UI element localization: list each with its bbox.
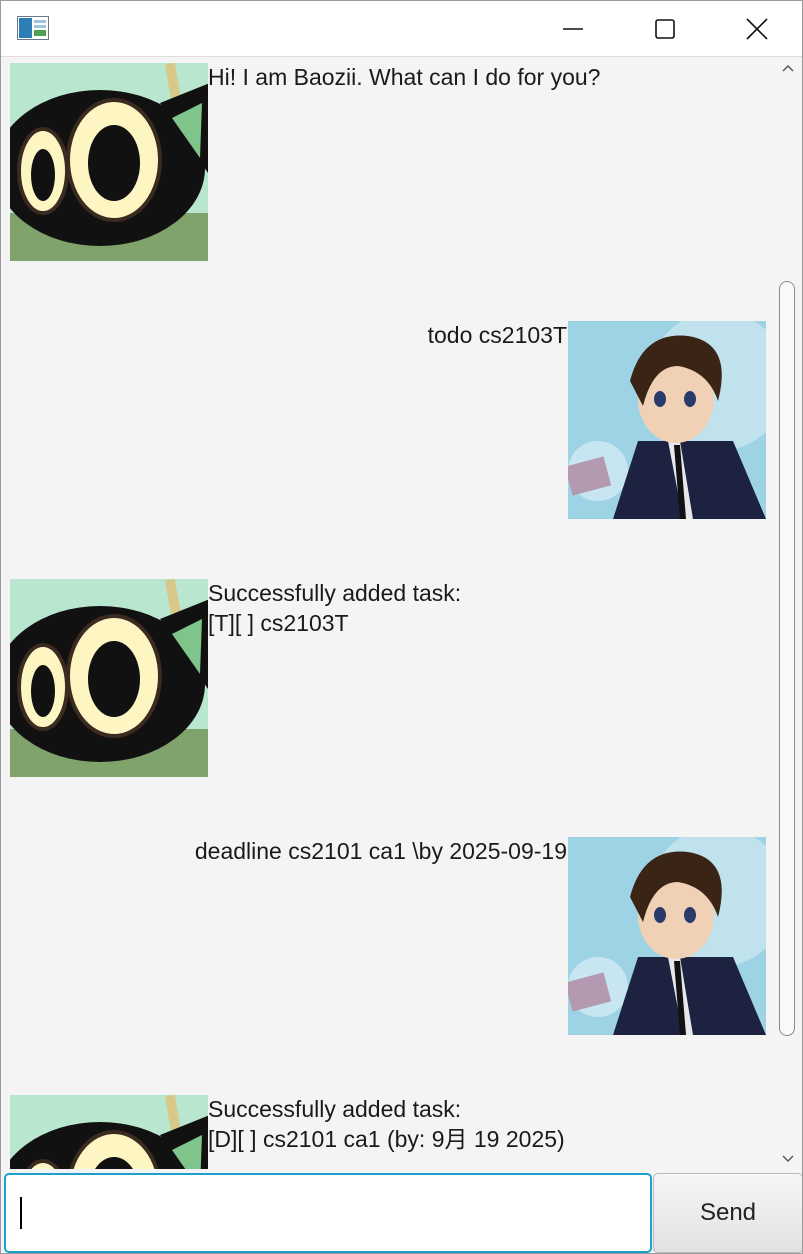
close-button[interactable]	[711, 1, 802, 57]
black-cat-avatar	[10, 63, 208, 261]
message-text: todo cs2103T	[428, 320, 567, 350]
app-window-icon	[17, 16, 49, 40]
message-line: [T][ ] cs2103T	[208, 610, 349, 636]
close-icon	[746, 18, 768, 40]
minimize-icon	[563, 28, 583, 30]
black-cat-avatar	[10, 1095, 208, 1169]
dialog-box-user: todo cs2103T	[5, 317, 775, 519]
vertical-scrollbar[interactable]	[777, 59, 799, 1169]
message-line: todo cs2103T	[427, 322, 567, 348]
dialog-box-bot: Successfully added task: [T][ ] cs2103T	[5, 575, 775, 777]
message-line: Successfully added task:	[208, 580, 462, 606]
scroll-down-icon[interactable]	[782, 1152, 794, 1164]
message-text: Hi! I am Baozii. What can I do for you?	[208, 62, 600, 92]
text-caret	[20, 1197, 22, 1229]
minimize-button[interactable]	[527, 1, 619, 57]
scrollbar-thumb[interactable]	[779, 281, 795, 1036]
message-text: deadline cs2101 ca1 \by 2025-09-19	[195, 836, 567, 866]
dialog-box-bot: Hi! I am Baozii. What can I do for you?	[5, 59, 775, 261]
send-button[interactable]: Send	[653, 1173, 802, 1253]
dialog-box-user: deadline cs2101 ca1 \by 2025-09-19	[5, 833, 775, 1035]
dialog-box-bot: Successfully added task: [D][ ] cs2101 c…	[5, 1091, 775, 1169]
message-text: Successfully added task: [T][ ] cs2103T	[208, 578, 461, 638]
maximize-icon	[655, 19, 675, 39]
message-line: deadline cs2101 ca1 \by 2025-09-19	[194, 838, 567, 864]
anime-boy-avatar	[568, 837, 766, 1035]
black-cat-avatar	[10, 579, 208, 777]
message-line: Successfully added task:	[208, 1096, 462, 1122]
maximize-button[interactable]	[619, 1, 711, 57]
message-text: Successfully added task: [D][ ] cs2101 c…	[208, 1094, 565, 1154]
scroll-up-icon[interactable]	[782, 63, 794, 75]
anime-boy-avatar	[568, 321, 766, 519]
message-line: Hi! I am Baozii. What can I do for you?	[208, 64, 601, 90]
message-line: [D][ ] cs2101 ca1 (by: 9月 19 2025)	[208, 1126, 565, 1152]
title-bar[interactable]	[1, 1, 802, 57]
user-input-field[interactable]	[4, 1173, 652, 1253]
chat-scroll-pane[interactable]: Hi! I am Baozii. What can I do for you? …	[5, 59, 802, 1169]
chat-window: Hi! I am Baozii. What can I do for you? …	[0, 0, 803, 1254]
